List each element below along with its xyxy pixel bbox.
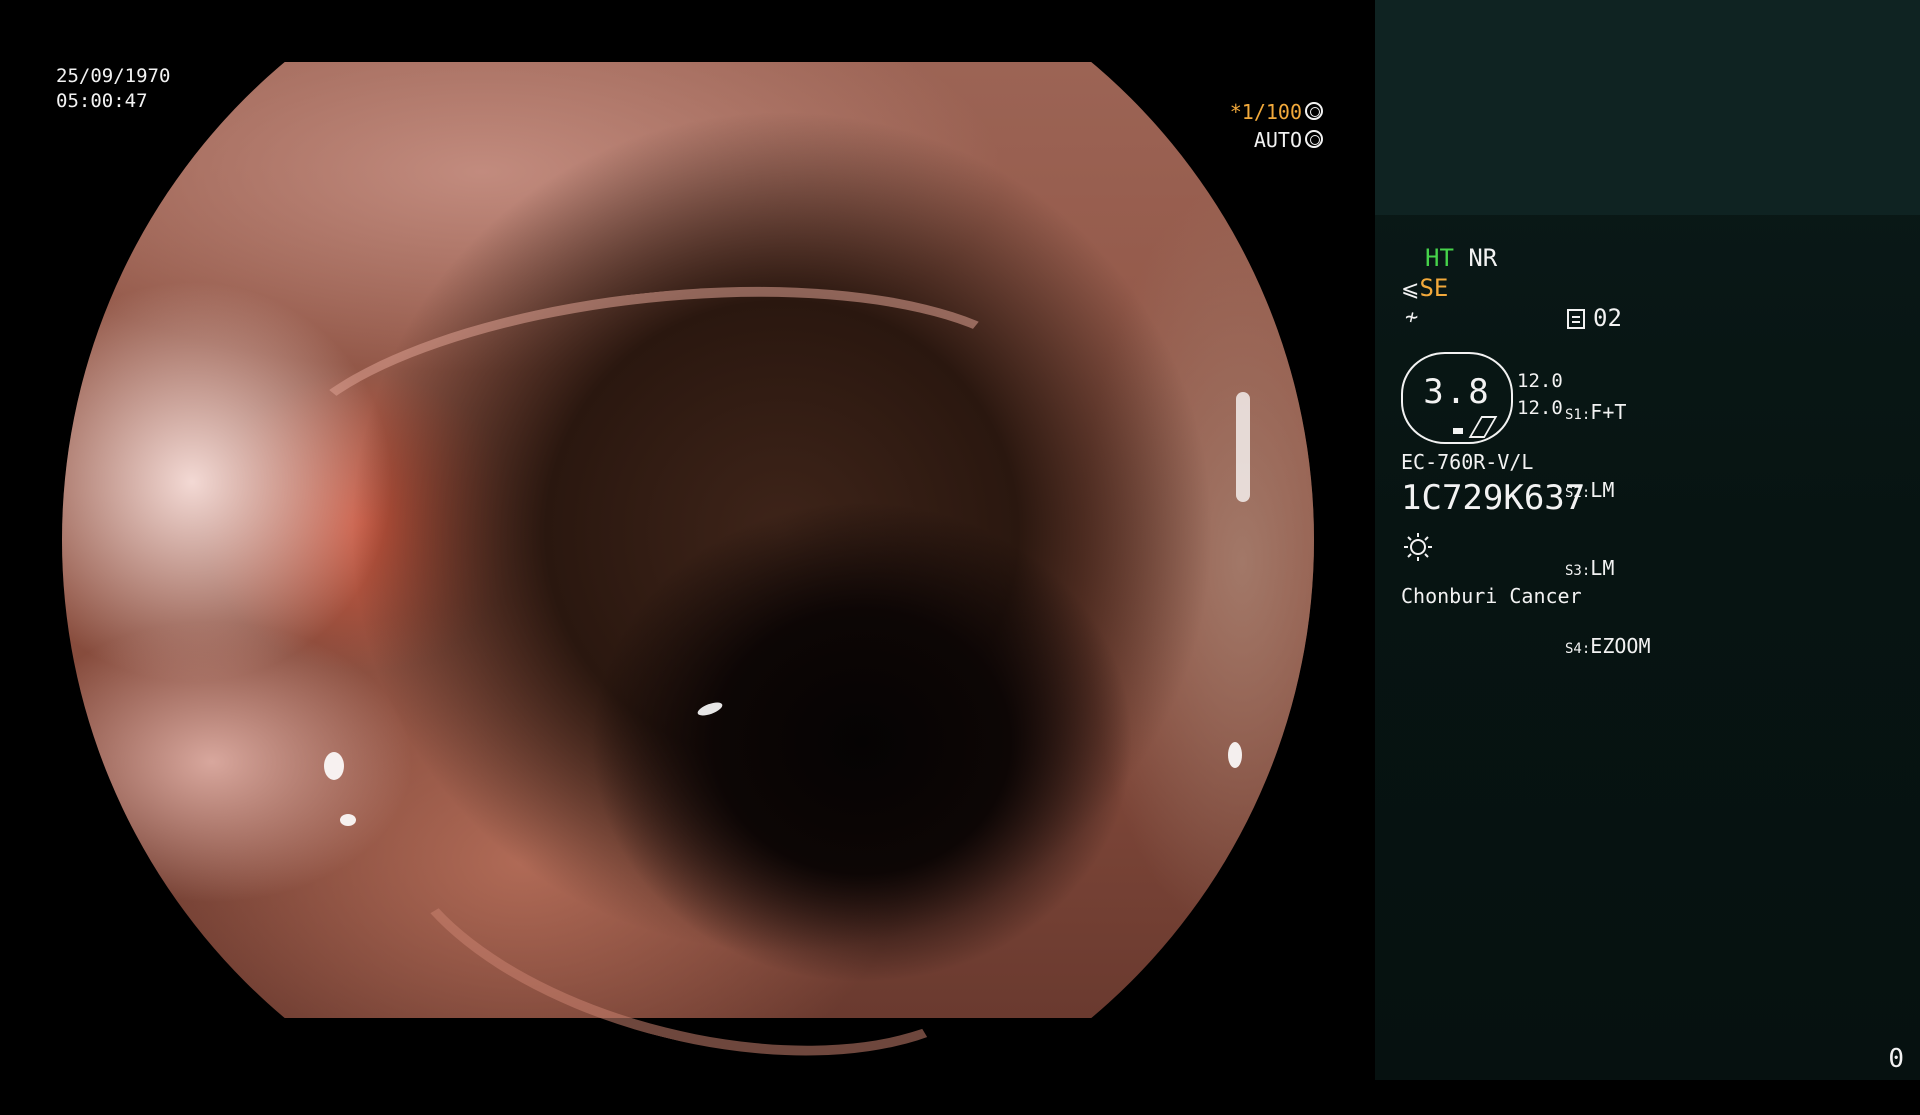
image-counter: 0 <box>1888 1044 1904 1074</box>
mode-ht: HT <box>1425 244 1454 272</box>
mucosal-fold <box>259 252 1065 612</box>
iris-mode: AUTO <box>1253 128 1302 152</box>
switch-list: S1:F+T S2:LM S3:LM S4:EZOOM <box>1565 350 1651 712</box>
shutter-icon <box>1305 102 1323 120</box>
gauge-indicator-icon <box>1468 416 1498 438</box>
light-reflection <box>696 699 724 719</box>
shutter-row: *1/100 <box>1230 98 1323 126</box>
switch-value: F+T <box>1590 400 1627 424</box>
mode-nr: NR <box>1468 244 1498 272</box>
switch-key: S4: <box>1565 641 1591 657</box>
info-panel-header <box>1375 0 1920 215</box>
hospital-name: Chonburi Cancer <box>1401 584 1582 608</box>
light-reflection <box>340 814 356 826</box>
light-reflection <box>1236 392 1250 502</box>
scope-model: EC-760R-V/L <box>1401 450 1534 474</box>
time-text: 05:00:47 <box>56 90 148 112</box>
exposure-display: *1/100 AUTO <box>1230 98 1323 154</box>
switch-value: LM <box>1590 556 1615 580</box>
switch-value: EZOOM <box>1590 634 1651 658</box>
structure-enhance-icon: ⩽ <box>1401 277 1420 302</box>
brightness-gauge: 3.8 <box>1401 352 1513 444</box>
gauge-side-values: 12.0 12.0 <box>1517 368 1563 422</box>
channel-row: 02 <box>1567 304 1622 332</box>
info-panel: HT NR ⩽SE ≁ 02 3.8 12.0 12.0 S1:F+T S2:L… <box>1375 0 1920 1080</box>
switch-value: LM <box>1590 478 1615 502</box>
channel-icon <box>1567 309 1585 329</box>
scope-serial: 1C729K637 <box>1401 478 1586 518</box>
datetime-display: 25/09/1970 05:00:47 <box>56 64 170 114</box>
switch-item: S1:F+T <box>1565 400 1651 428</box>
light-reflection <box>324 752 344 780</box>
iris-row: AUTO <box>1230 126 1323 154</box>
switch-item: S3:LM <box>1565 556 1651 584</box>
light-reflection <box>1228 742 1242 768</box>
gauge-side-1: 12.0 <box>1517 370 1563 392</box>
switch-key: S3: <box>1565 563 1591 579</box>
gauge-marker <box>1453 428 1463 434</box>
date-text: 25/09/1970 <box>56 65 171 87</box>
iris-icon <box>1305 130 1323 148</box>
light-source-icon <box>1404 533 1432 561</box>
gauge-side-2: 12.0 <box>1517 397 1563 419</box>
color-icon: ≁ <box>1405 305 1419 330</box>
shutter-speed: *1/100 <box>1229 100 1302 124</box>
switch-item: S4:EZOOM <box>1565 634 1651 662</box>
endoscopic-image <box>62 62 1314 1115</box>
mode-row: HT NR <box>1425 244 1497 272</box>
switch-key: S1: <box>1565 407 1591 423</box>
channel-value: 02 <box>1593 304 1622 332</box>
endoscope-view: 25/09/1970 05:00:47 *1/100 AUTO <box>0 0 1375 1115</box>
mucosal-fold <box>352 649 1052 1115</box>
gauge-value: 3.8 <box>1423 372 1491 412</box>
mode-se: SE <box>1419 274 1449 302</box>
structure-enhance-row: ⩽SE <box>1401 274 1448 304</box>
